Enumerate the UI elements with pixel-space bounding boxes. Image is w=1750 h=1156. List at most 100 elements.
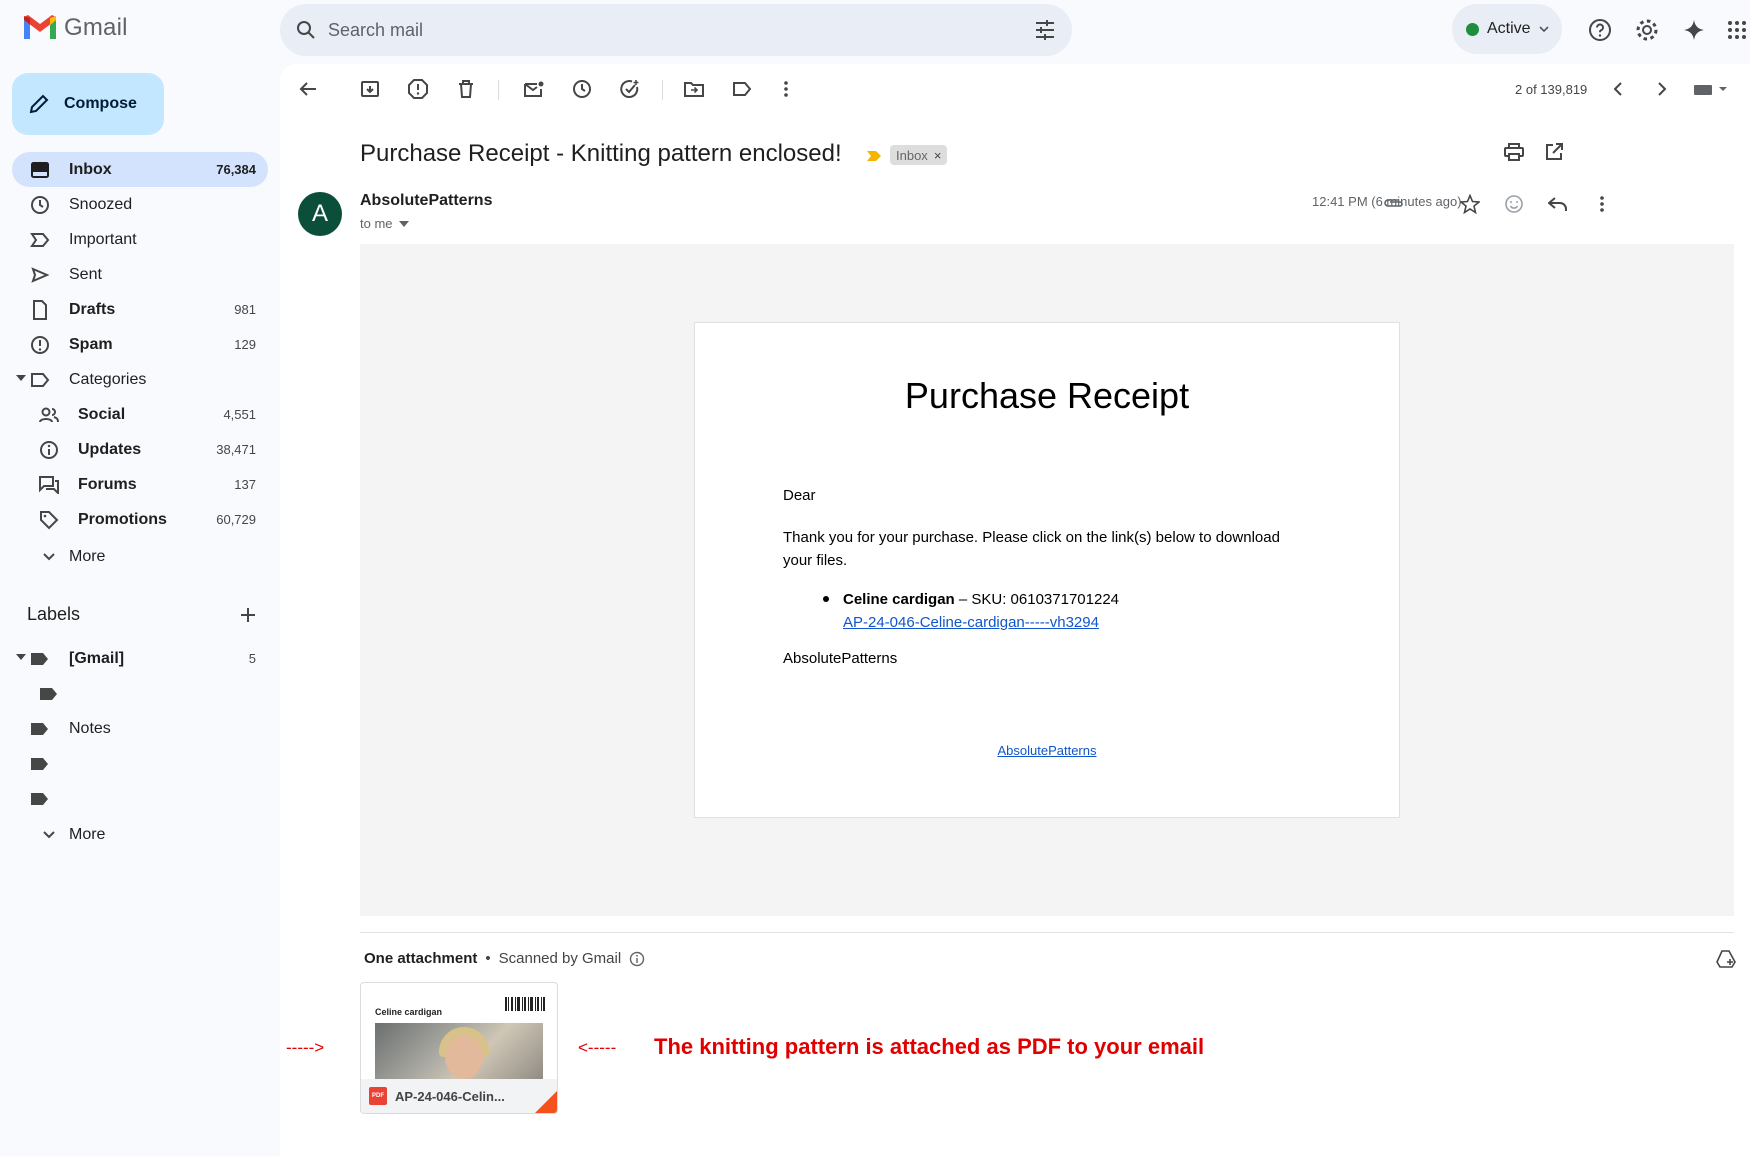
shop-footer-link[interactable]: AbsolutePatterns	[997, 743, 1096, 758]
receipt-line-item: Celine cardigan – SKU: 0610371701224 AP-…	[843, 588, 1119, 634]
search-bar[interactable]	[280, 4, 1072, 56]
mark-unread-icon[interactable]	[522, 77, 546, 101]
settings-gear-icon[interactable]	[1634, 17, 1660, 43]
sidebar-item-categories[interactable]: Categories	[12, 362, 268, 397]
chevron-right-icon[interactable]	[1650, 77, 1674, 101]
search-options-icon[interactable]	[1034, 19, 1056, 46]
sidebar-item-promotions[interactable]: Promotions 60,729	[12, 502, 268, 537]
sidebar-item-spam[interactable]: Spam 129	[12, 327, 268, 362]
sidebar-item-sent[interactable]: Sent	[12, 257, 268, 292]
delete-trash-icon[interactable]	[454, 77, 478, 101]
sidebar-item-label: Social	[78, 405, 126, 423]
sender-avatar[interactable]: A	[298, 192, 342, 236]
expand-caret-icon[interactable]	[16, 375, 26, 381]
sidebar-item-label: [Gmail]	[69, 649, 125, 667]
receipt-greeting: Dear	[783, 487, 816, 504]
keyboard-input-icon[interactable]	[1692, 77, 1728, 101]
sidebar-item-inbox[interactable]: Inbox 76,384	[12, 152, 268, 187]
app-name: Gmail	[64, 14, 128, 41]
apps-grid-icon[interactable]	[1724, 17, 1750, 43]
search-icon[interactable]	[294, 18, 318, 47]
compose-label: Compose	[64, 95, 137, 112]
gemini-sparkle-icon[interactable]	[1681, 17, 1707, 43]
status-selector[interactable]: Active	[1452, 4, 1562, 54]
chip-label: Inbox	[896, 147, 928, 163]
chevron-down-icon	[1539, 26, 1549, 32]
back-arrow-icon[interactable]	[296, 77, 320, 101]
sidebar-label-unnamed[interactable]	[12, 781, 268, 816]
label-filled-icon	[39, 684, 59, 704]
sidebar-label-notes[interactable]: Notes	[12, 711, 268, 746]
info-icon[interactable]	[629, 951, 645, 967]
chevron-down-icon	[39, 547, 59, 567]
expand-caret-icon[interactable]	[16, 654, 26, 660]
unread-count: 4,551	[223, 407, 256, 422]
sidebar-label-gmail[interactable]: [Gmail] 5	[12, 641, 268, 676]
reply-icon[interactable]	[1546, 192, 1570, 216]
search-input[interactable]	[328, 12, 988, 48]
sidebar-label-unnamed[interactable]	[12, 746, 268, 781]
help-icon[interactable]	[1587, 17, 1613, 43]
sidebar-more-button[interactable]: More	[12, 539, 268, 574]
message-view: 2 of 139,819 Purchase Receipt - Knitting…	[280, 64, 1750, 1156]
important-marker-icon	[30, 230, 50, 250]
report-spam-icon[interactable]	[406, 77, 430, 101]
sidebar-item-label: Snoozed	[69, 195, 133, 213]
open-in-new-window-icon[interactable]	[1542, 140, 1566, 164]
scan-status: Scanned by Gmail	[498, 950, 622, 967]
add-reaction-emoji-icon[interactable]	[1502, 192, 1526, 216]
receipt-message: Thank you for your purchase. Please clic…	[783, 529, 1280, 569]
add-to-tasks-icon[interactable]	[618, 77, 642, 101]
label-icon[interactable]	[730, 77, 754, 101]
message-subject: Purchase Receipt - Knitting pattern encl…	[360, 140, 842, 167]
archive-icon[interactable]	[358, 77, 382, 101]
inbox-label-chip: Inbox ×	[890, 145, 948, 165]
sidebar-item-drafts[interactable]: Drafts 981	[12, 292, 268, 327]
recipient-details-toggle[interactable]: to me	[360, 216, 409, 231]
annotation-arrow-left: <-----	[578, 1038, 617, 1057]
sidebar-item-forums[interactable]: Forums 137	[12, 467, 268, 502]
sidebar-item-snoozed[interactable]: Snoozed	[12, 187, 268, 222]
sidebar-item-updates[interactable]: Updates 38,471	[12, 432, 268, 467]
download-link[interactable]: AP-24-046-Celine-cardigan-----vh3294	[843, 614, 1099, 631]
sender-name[interactable]: AbsolutePatterns	[360, 192, 492, 210]
gmail-logo[interactable]: Gmail	[22, 14, 128, 42]
star-icon[interactable]	[1458, 192, 1482, 216]
forum-chat-icon	[39, 475, 59, 495]
save-to-drive-icon[interactable]	[1714, 947, 1738, 971]
sidebar-item-label: More	[69, 825, 106, 843]
status-label: Active	[1487, 20, 1531, 37]
add-label-plus-icon[interactable]	[236, 603, 260, 627]
chevron-down-icon	[39, 825, 59, 845]
importance-marker-icon[interactable]	[866, 150, 882, 162]
thumbnail-title: Celine cardigan	[375, 1007, 443, 1017]
spam-report-icon	[30, 335, 50, 355]
attachment-card-pdf[interactable]: Celine cardigan PDF AP-24-046-Celin...	[360, 982, 558, 1114]
sidebar-item-important[interactable]: Important	[12, 222, 268, 257]
label-filled-icon	[30, 754, 50, 774]
more-vert-icon[interactable]	[774, 77, 798, 101]
receipt-footer: AbsolutePatterns	[695, 743, 1399, 758]
message-timestamp: 12:41 PM (6 minutes ago)	[1312, 194, 1462, 209]
list-bullet	[823, 596, 829, 602]
sidebar-item-label: More	[69, 547, 106, 565]
message-more-vert-icon[interactable]	[1590, 192, 1614, 216]
chevron-left-icon[interactable]	[1606, 77, 1630, 101]
print-icon[interactable]	[1502, 140, 1526, 164]
receipt-title: Purchase Receipt	[904, 375, 1190, 416]
remove-label-icon[interactable]: ×	[934, 148, 942, 163]
labels-more-button[interactable]: More	[12, 817, 268, 852]
clock-icon	[30, 195, 50, 215]
label-outline-icon	[30, 370, 50, 390]
snooze-clock-icon[interactable]	[570, 77, 594, 101]
status-dot	[1466, 22, 1479, 36]
sidebar-item-social[interactable]: Social 4,551	[12, 397, 268, 432]
send-icon	[30, 265, 50, 285]
unread-count: 76,384	[216, 162, 256, 177]
move-to-folder-icon[interactable]	[682, 77, 706, 101]
people-icon	[39, 405, 59, 425]
unread-count: 137	[234, 477, 256, 492]
attachment-file-bar: PDF AP-24-046-Celin...	[361, 1079, 557, 1113]
compose-button[interactable]: Compose	[12, 73, 164, 135]
sidebar-label-unnamed[interactable]	[12, 676, 268, 711]
